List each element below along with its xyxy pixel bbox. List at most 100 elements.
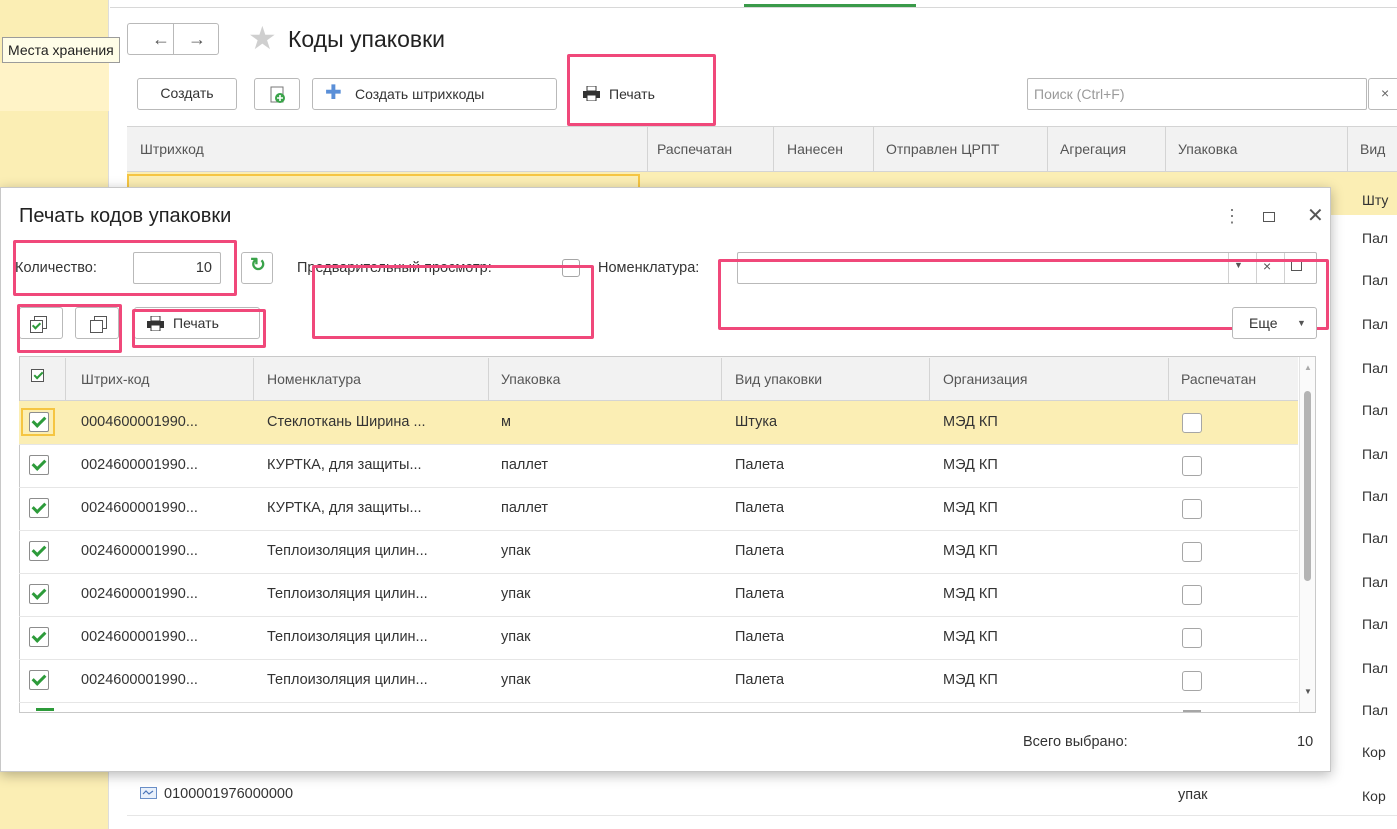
cell-package-kind: Палета: [735, 629, 785, 645]
main-cell-kind: Пал: [1362, 530, 1389, 546]
row-checkbox[interactable]: [29, 412, 49, 432]
col-aggregation[interactable]: Агрегация: [1060, 129, 1126, 169]
table-row[interactable]: 0024600001990... Теплоизоляция цилин... …: [19, 530, 1298, 574]
cell-organization: МЭД КП: [943, 586, 998, 602]
search-input[interactable]: Поиск (Ctrl+F): [1027, 78, 1367, 110]
dcol-package-kind[interactable]: Вид упаковки: [735, 359, 822, 399]
total-selected-label: Всего выбрано:: [1023, 734, 1128, 750]
row-checkbox[interactable]: [29, 670, 49, 690]
printed-checkbox[interactable]: [1182, 671, 1202, 691]
col-divider: [1047, 127, 1048, 172]
search-placeholder: Поиск (Ctrl+F): [1034, 86, 1125, 102]
main-cell-kind: Пал: [1362, 316, 1389, 332]
col-divider: [647, 127, 648, 172]
row-checkbox[interactable]: [29, 584, 49, 604]
table-row[interactable]: 0024600001990... Теплоизоляция цилин... …: [19, 616, 1298, 660]
scrollbar[interactable]: ▲ ▼: [1299, 357, 1315, 712]
main-cell-kind: Пал: [1362, 660, 1389, 676]
highlight-main-print: [567, 54, 716, 126]
col-divider: [773, 127, 774, 172]
cell-barcode: 0024600001990...: [81, 500, 198, 516]
printed-checkbox[interactable]: [1182, 413, 1202, 433]
col-package[interactable]: Упаковка: [1178, 129, 1237, 169]
printed-checkbox[interactable]: [1182, 456, 1202, 476]
table-row[interactable]: 0024600001990... Теплоизоляция цилин... …: [19, 659, 1298, 703]
printed-checkbox[interactable]: [1182, 628, 1202, 648]
create-barcodes-button[interactable]: ✚ Создать штрихкоды: [312, 78, 557, 110]
col-applied[interactable]: Нанесен: [787, 129, 843, 169]
table-row[interactable]: 0004600001990... Стеклоткань Ширина ... …: [19, 401, 1298, 445]
create-button-label: Создать: [160, 85, 214, 101]
cell-nomenclature: КУРТКА, для защиты...: [267, 500, 422, 516]
col-barcode[interactable]: Штрихкод: [140, 129, 204, 169]
col-kind[interactable]: Вид: [1360, 129, 1385, 169]
cell-barcode: 0024600001990...: [81, 457, 198, 473]
cell-package: упак: [501, 543, 531, 559]
row-checkbox[interactable]: [29, 541, 49, 561]
scroll-down-icon[interactable]: ▼: [1304, 687, 1312, 696]
dcol-barcode[interactable]: Штрих-код: [81, 359, 149, 399]
main-row-barcode: 0100001976000000: [164, 786, 294, 802]
dialog-title: Печать кодов упаковки: [19, 205, 232, 227]
dcol-package[interactable]: Упаковка: [501, 359, 560, 399]
create-copy-button[interactable]: [254, 78, 300, 110]
refresh-button[interactable]: ↻: [241, 252, 273, 284]
col-printed[interactable]: Распечатан: [657, 129, 732, 169]
dcol-nomenclature[interactable]: Номенклатура: [267, 359, 361, 399]
cell-organization: МЭД КП: [943, 543, 998, 559]
close-dialog-icon[interactable]: ✕: [1307, 203, 1324, 228]
cell-barcode: 0024600001990...: [81, 629, 198, 645]
print-codes-dialog: Печать кодов упаковки ⋮ ✕ Количество: 10…: [0, 187, 1331, 772]
printed-checkbox[interactable]: [1182, 542, 1202, 562]
search-clear-button[interactable]: ×: [1368, 78, 1397, 110]
cell-package: упак: [501, 629, 531, 645]
printed-checkbox[interactable]: [1182, 585, 1202, 605]
forward-button[interactable]: →: [173, 23, 219, 55]
header-check-icon[interactable]: [31, 369, 44, 382]
highlight-quantity: [13, 240, 237, 296]
scrollbar-thumb[interactable]: [1304, 391, 1311, 581]
cell-nomenclature: Стеклоткань Ширина ...: [267, 414, 426, 430]
col-divider: [488, 358, 489, 400]
tooltip: Места хранения: [2, 37, 120, 63]
col-divider: [721, 358, 722, 400]
barcode-icon: [140, 787, 157, 799]
favorite-star-icon[interactable]: ★: [248, 20, 277, 56]
table-row[interactable]: 0024600001990... КУРТКА, для защиты... п…: [19, 487, 1298, 531]
table-row[interactable]: 0024600001990... КУРТКА, для защиты... п…: [19, 444, 1298, 488]
cell-nomenclature: Теплоизоляция цилин...: [267, 586, 428, 602]
cell-package: паллет: [501, 457, 549, 473]
more-vert-icon[interactable]: ⋮: [1223, 206, 1241, 227]
cell-package-kind: Палета: [735, 457, 785, 473]
dcol-organization[interactable]: Организация: [943, 359, 1027, 399]
row-checkbox[interactable]: [29, 627, 49, 647]
left-panel-selected-band: [0, 63, 109, 111]
col-divider: [929, 358, 930, 400]
cell-organization: МЭД КП: [943, 414, 998, 430]
table-row-partial[interactable]: [20, 702, 1298, 712]
cell-package-kind: Палета: [735, 543, 785, 559]
dcol-printed[interactable]: Распечатан: [1181, 359, 1256, 399]
plus-icon: ✚: [325, 82, 342, 104]
dialog-grid-header: [20, 357, 1298, 401]
col-divider: [253, 358, 254, 400]
page-title: Коды упаковки: [288, 26, 446, 52]
highlight-dialog-print: [132, 309, 266, 348]
row-checkbox[interactable]: [29, 498, 49, 518]
row-checkbox[interactable]: [29, 455, 49, 475]
table-row[interactable]: 0024600001990... Теплоизоляция цилин... …: [19, 573, 1298, 617]
printed-checkbox[interactable]: [1182, 499, 1202, 519]
main-cell-kind: Пал: [1362, 446, 1389, 462]
create-button[interactable]: Создать: [137, 78, 237, 110]
maximize-icon[interactable]: [1263, 212, 1275, 222]
col-sent-crpt[interactable]: Отправлен ЦРПТ: [886, 129, 999, 169]
cell-nomenclature: Теплоизоляция цилин...: [267, 543, 428, 559]
cell-barcode: 0024600001990...: [81, 543, 198, 559]
main-selected-row[interactable]: [127, 172, 1397, 188]
cell-nomenclature: Теплоизоляция цилин...: [267, 672, 428, 688]
cell-barcode: 0024600001990...: [81, 672, 198, 688]
more-button[interactable]: Еще ▼: [1232, 307, 1317, 339]
back-button[interactable]: ←: [127, 23, 173, 55]
cell-organization: МЭД КП: [943, 629, 998, 645]
scroll-up-icon[interactable]: ▲: [1304, 363, 1312, 372]
